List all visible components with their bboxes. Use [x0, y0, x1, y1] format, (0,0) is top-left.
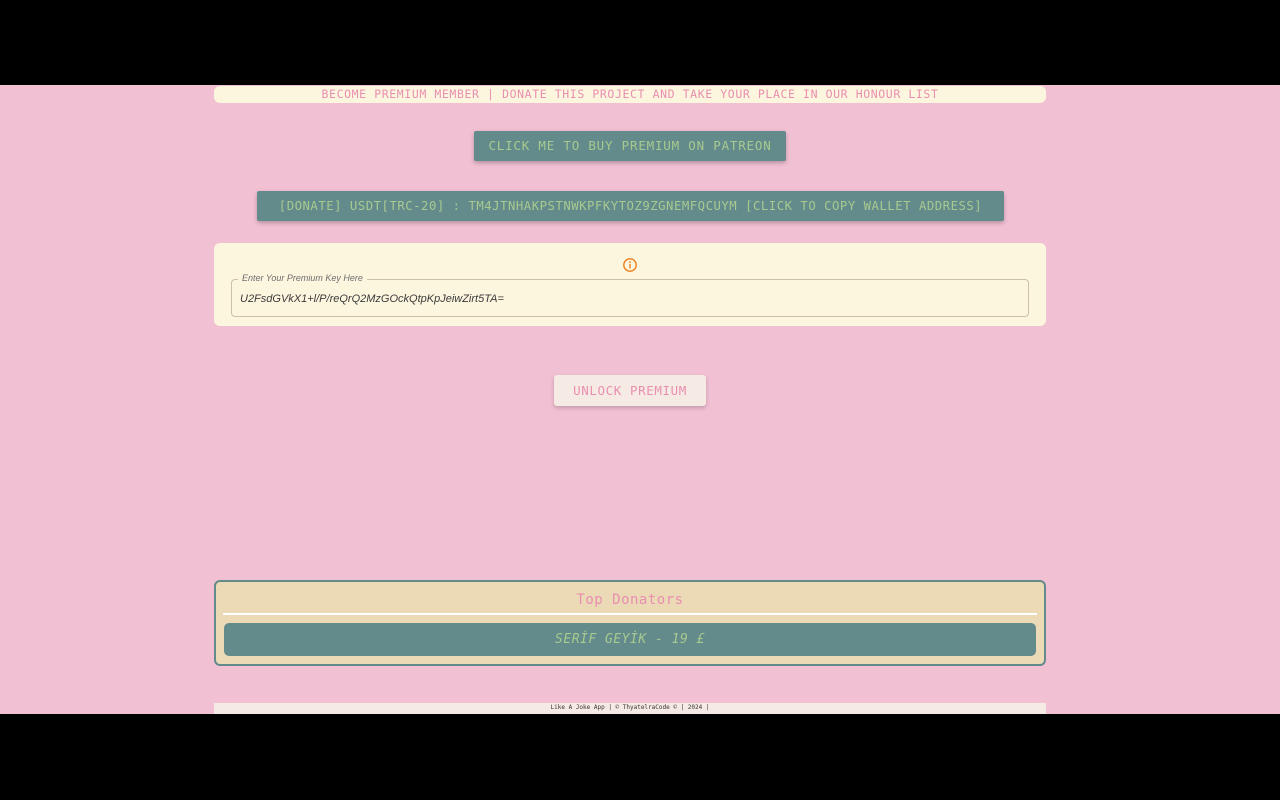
footer-text: Like A Joke App | © ThyatelraCode © | 20…: [550, 704, 710, 711]
premium-key-field: Enter Your Premium Key Here: [231, 273, 1029, 317]
bottom-letterbox: [0, 714, 1280, 800]
top-donators-title: Top Donators: [576, 592, 684, 608]
unlock-premium-button[interactable]: UNLOCK PREMIUM: [554, 375, 706, 406]
patreon-button-label: CLICK ME TO BUY PREMIUM ON PATREON: [488, 138, 772, 153]
premium-banner-text: BECOME PREMIUM MEMBER | DONATE THIS PROJ…: [321, 87, 939, 101]
premium-key-input[interactable]: [240, 290, 1000, 308]
donator-label: SERİF GEYİK - 19 £: [555, 632, 705, 647]
donator-list-item: SERİF GEYİK - 19 £: [224, 623, 1036, 656]
top-donators-divider: [223, 613, 1037, 615]
premium-banner: BECOME PREMIUM MEMBER | DONATE THIS PROJ…: [214, 86, 1046, 103]
premium-key-card: Enter Your Premium Key Here: [214, 243, 1046, 326]
copy-wallet-address-button[interactable]: [DONATE] USDT[TRC-20] : TM4JTNHAKPSTNWKP…: [257, 191, 1004, 221]
wallet-button-label: [DONATE] USDT[TRC-20] : TM4JTNHAKPSTNWKP…: [278, 199, 983, 213]
premium-key-legend: Enter Your Premium Key Here: [238, 273, 367, 283]
buy-premium-patreon-button[interactable]: CLICK ME TO BUY PREMIUM ON PATREON: [474, 131, 786, 161]
top-donators-panel: Top Donators SERİF GEYİK - 19 £: [214, 580, 1046, 666]
top-letterbox: [0, 0, 1280, 85]
unlock-button-label: UNLOCK PREMIUM: [573, 383, 687, 398]
page-viewport: BECOME PREMIUM MEMBER | DONATE THIS PROJ…: [0, 85, 1280, 714]
info-circle-icon[interactable]: [622, 257, 638, 273]
footer: Like A Joke App | © ThyatelraCode © | 20…: [214, 703, 1046, 714]
